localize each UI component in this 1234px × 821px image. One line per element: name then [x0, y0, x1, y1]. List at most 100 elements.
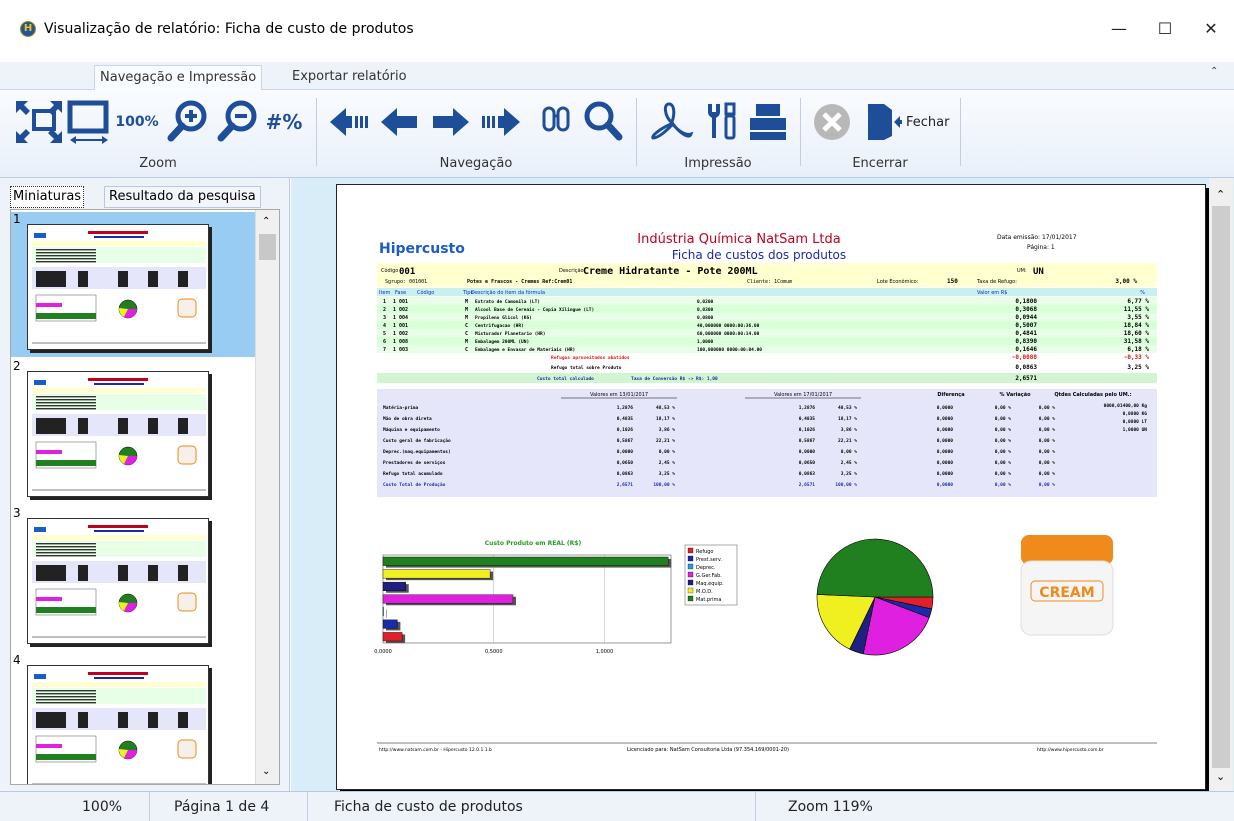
scrollbar-thumb[interactable]	[259, 234, 276, 260]
item-description: Centrifugacao (HR)	[475, 323, 524, 329]
mini-title	[88, 231, 148, 234]
group-line: Potes e Frascos - Cremes Ref:Crem01	[467, 279, 572, 285]
prev-page-button[interactable]	[374, 96, 424, 148]
zoom-100-button[interactable]: 100%	[112, 96, 162, 148]
next-page-button[interactable]	[426, 96, 476, 148]
search-button[interactable]	[578, 96, 628, 148]
export-pdf-button[interactable]	[646, 96, 698, 148]
viewer-scrollbar[interactable]: ⌃ ⌄	[1209, 178, 1233, 791]
fit-page-button[interactable]	[12, 96, 66, 148]
thumbnail-preview	[27, 371, 209, 497]
mini-bar	[36, 607, 96, 613]
item-number: 1	[383, 299, 386, 305]
comparison-var2: 0,00 %	[1039, 482, 1056, 488]
mini-line	[36, 399, 96, 401]
mini-header	[32, 241, 206, 246]
thumbnail-mini-page	[32, 672, 206, 784]
first-page-button[interactable]	[326, 96, 374, 148]
ribbon-toolbar: 100% #% Fechar Zoom Navegação Impressão …	[0, 90, 1234, 178]
comparison-v1: 0,0000	[617, 449, 634, 455]
tab-search-results[interactable]: Resultado da pesquisa	[104, 186, 261, 208]
pie-slice-Mat.prima	[816, 538, 934, 598]
comparison-var2: 0,00 %	[1039, 438, 1056, 444]
thumbnail-page-4[interactable]: 4	[11, 653, 263, 784]
thumbnail-pane: Miniaturas Resultado da pesquisa 1 2 3 4…	[0, 178, 290, 791]
item-value: 0,3068	[1015, 306, 1037, 313]
thumbnail-mini-page	[32, 231, 206, 344]
mini-line	[36, 693, 96, 695]
find-button[interactable]	[534, 96, 578, 148]
zoom-in-button[interactable]	[162, 96, 212, 148]
thumbnail-page-3[interactable]: 3	[11, 506, 263, 651]
scroll-up-icon[interactable]: ⌃	[262, 216, 270, 227]
report-subtitle: Ficha de custos dos produtos	[672, 248, 846, 262]
status-zoom: 100%	[0, 792, 150, 821]
collapse-ribbon-icon[interactable]: ⌃	[1210, 66, 1218, 77]
item-percent: 11,55 %	[1124, 306, 1150, 313]
legend-swatch	[687, 547, 694, 554]
mini-line	[36, 546, 96, 548]
tab-navigation-print[interactable]: Navegação e Impressão	[94, 65, 263, 91]
item-type: M	[465, 299, 468, 305]
mini-header	[32, 535, 206, 540]
comparison-label: Prestadores de serviços	[383, 460, 446, 466]
scroll-down-icon[interactable]: ⌄	[262, 766, 270, 777]
mini-product	[177, 298, 197, 318]
exit-door-icon	[868, 104, 902, 140]
item-value: 0,4841	[1015, 330, 1037, 337]
last-page-button[interactable]	[476, 96, 524, 148]
bar-chart-tick: 0,0000	[374, 649, 392, 655]
item-type: M	[465, 339, 468, 345]
mini-column	[178, 271, 188, 287]
ribbon-separator	[960, 98, 961, 166]
credit-value: -0,0088	[1012, 354, 1038, 361]
item-quantity: 1,0000	[697, 339, 714, 345]
credit-label: Refugos aproveitados abatidos	[551, 355, 630, 361]
comparison-var2: 0,00 %	[1039, 416, 1056, 422]
thumbnail-scrollbar[interactable]: ⌃ ⌄	[255, 210, 279, 784]
thumbnail-page-1[interactable]: 1	[11, 212, 263, 357]
comparison-label: Mão de obra direta	[383, 416, 432, 422]
maximize-button[interactable]: ☐	[1142, 14, 1188, 44]
comparison-p2: 22,21 %	[838, 438, 857, 444]
scroll-down-icon[interactable]: ⌄	[1216, 770, 1225, 783]
close-report-button[interactable]: Fechar	[866, 102, 956, 142]
minimize-button[interactable]: —	[1096, 14, 1142, 44]
app-logo-icon: H	[20, 21, 36, 37]
thumbnail-page-2[interactable]: 2	[11, 359, 263, 504]
item-phase: 1 002	[393, 331, 408, 337]
mini-header	[32, 388, 206, 393]
item-percent: 18,60 %	[1124, 330, 1150, 337]
mini-column	[178, 418, 188, 434]
comparison-header: Valores em 17/01/2017	[774, 392, 832, 398]
page-width-button[interactable]	[66, 96, 112, 148]
item-type: M	[465, 315, 468, 321]
zoom-percent-button[interactable]: #%	[262, 96, 306, 148]
cancel-button[interactable]	[808, 96, 856, 148]
mini-bar	[36, 450, 62, 454]
comparison-var2: 0,00 %	[1039, 471, 1056, 477]
printer-icon	[750, 104, 786, 140]
print-button[interactable]	[744, 96, 792, 148]
ribbon-tab-bar: Navegação e Impressão Exportar relatório…	[0, 62, 1234, 91]
scrollbar-thumb[interactable]	[1212, 206, 1230, 768]
tab-export-report[interactable]: Exportar relatório	[287, 65, 412, 90]
jar-label: CREAM	[1039, 585, 1094, 601]
scroll-up-icon[interactable]: ⌃	[1216, 188, 1225, 201]
mini-column	[118, 271, 128, 287]
mini-column	[118, 565, 128, 581]
client: Cliente: 1Comum	[747, 279, 792, 285]
zoom-out-button[interactable]	[212, 96, 262, 148]
print-settings-button[interactable]	[700, 96, 744, 148]
comparison-v1: 0,1026	[617, 427, 634, 433]
mini-column	[36, 712, 66, 728]
thumbnail-number: 1	[13, 212, 21, 226]
item-quantity: 60,000000 0000:00:14.00	[697, 331, 760, 337]
item-type: C	[465, 331, 468, 337]
close-window-button[interactable]: ✕	[1188, 14, 1234, 44]
qty-calculated: 0,0800 KG	[1123, 411, 1148, 417]
legend-swatch	[687, 571, 694, 578]
um-label: UM:	[1017, 268, 1027, 274]
tab-thumbnails[interactable]: Miniaturas	[10, 186, 85, 208]
mini-logo	[34, 527, 46, 532]
